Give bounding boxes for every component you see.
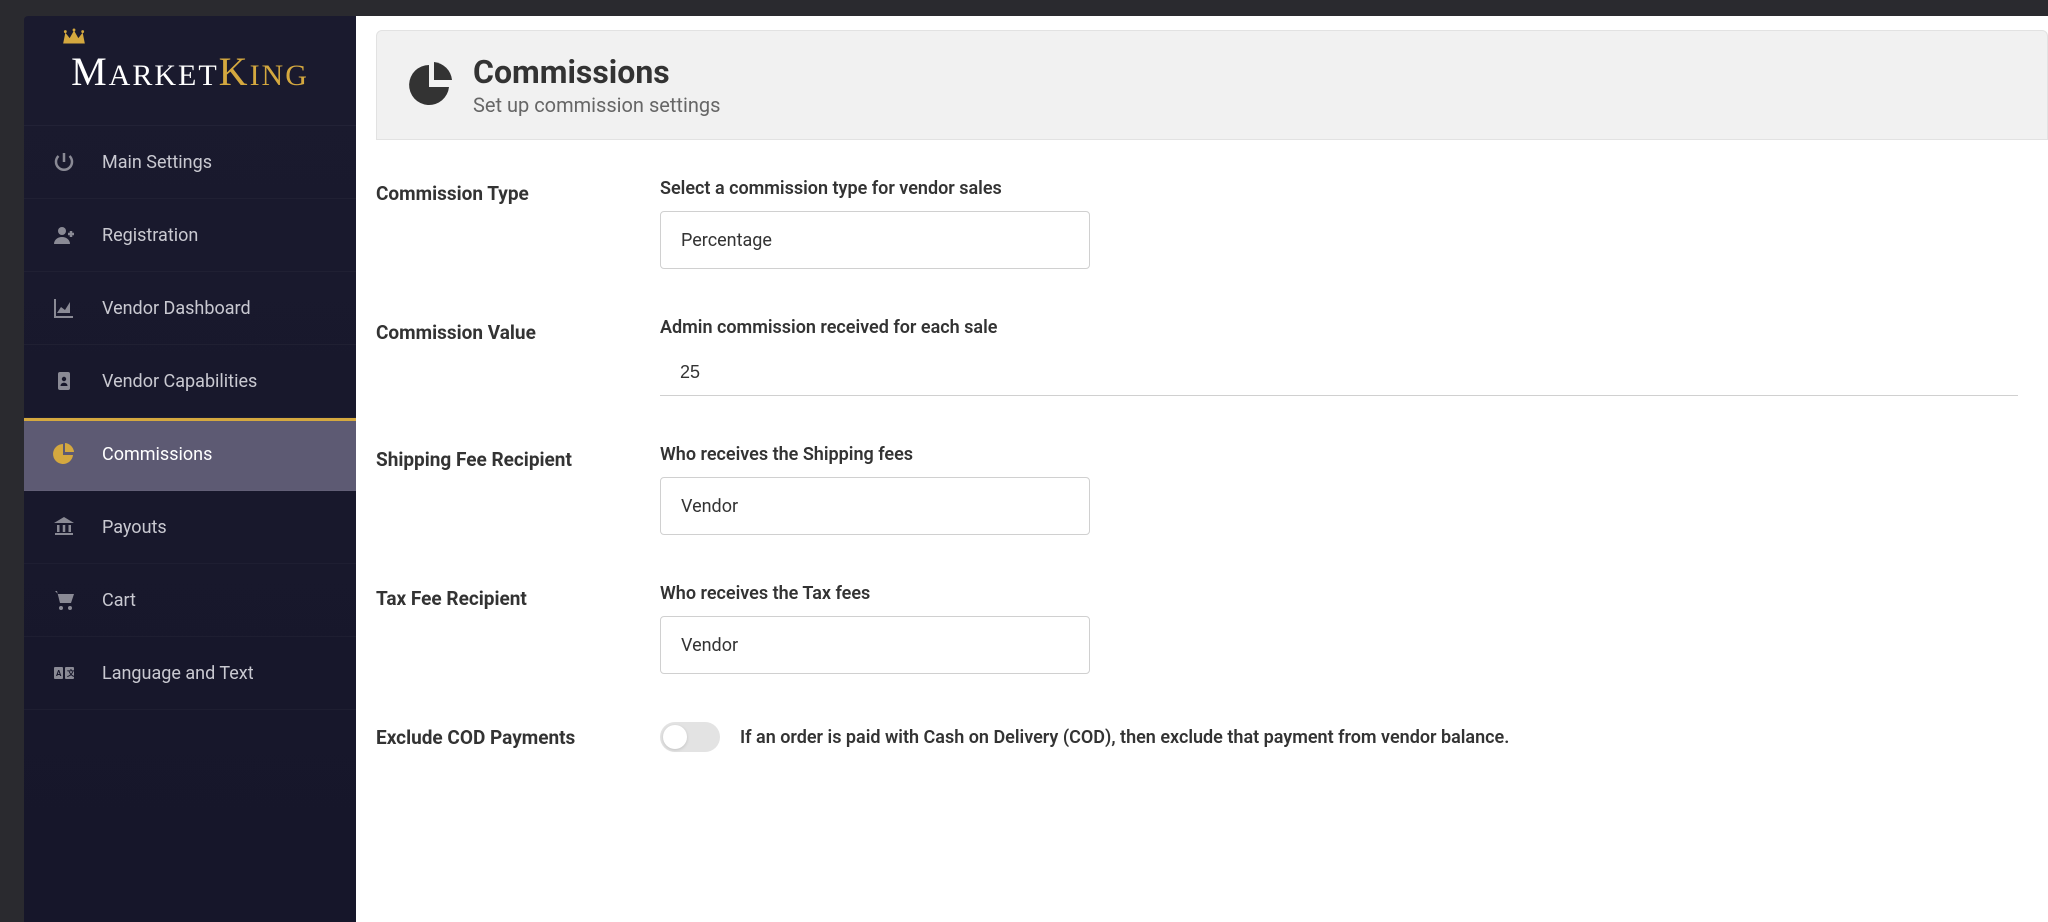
toggle-exclude-cod[interactable] [660,722,720,752]
label-commission-type: Commission Type [376,178,660,205]
label-exclude-cod: Exclude COD Payments [376,722,660,749]
label-tax-fee: Tax Fee Recipient [376,583,660,610]
pie-chart-icon [52,442,76,466]
help-commission-value: Admin commission received for each sale [660,317,2018,338]
row-commission-type: Commission Type Select a commission type… [376,178,2018,269]
sidebar-item-label: Language and Text [102,663,254,684]
sidebar-item-label: Main Settings [102,152,212,173]
chart-area-icon [52,296,76,320]
help-shipping-fee: Who receives the Shipping fees [660,444,2018,465]
desc-exclude-cod: If an order is paid with Cash on Deliver… [740,727,1509,748]
sidebar-item-label: Registration [102,225,198,246]
page-header: Commissions Set up commission settings [376,30,2048,140]
app-root: MARKETKING Main Settings Registration [0,0,2048,922]
label-shipping-fee: Shipping Fee Recipient [376,444,660,471]
toggle-knob [663,725,687,749]
pie-chart-icon [407,61,455,109]
sidebar-item-label: Payouts [102,517,167,538]
sidebar-item-commissions[interactable]: Commissions [24,418,356,491]
row-shipping-fee: Shipping Fee Recipient Who receives the … [376,444,2018,535]
sidebar-item-vendor-dashboard[interactable]: Vendor Dashboard [24,272,356,345]
brand-text: MARKETKING [71,48,309,95]
user-plus-icon [52,223,76,247]
label-commission-value: Commission Value [376,317,660,344]
select-tax-fee[interactable]: Vendor [660,616,1090,674]
help-commission-type: Select a commission type for vendor sale… [660,178,2018,199]
sidebar-item-payouts[interactable]: Payouts [24,491,356,564]
sidebar-item-registration[interactable]: Registration [24,199,356,272]
power-icon [52,150,76,174]
crown-icon [61,28,87,50]
logo-area: MARKETKING [24,16,356,126]
content: Commissions Set up commission settings C… [356,16,2048,922]
page-title: Commissions [473,53,720,91]
select-value: Vendor [681,496,738,517]
input-commission-value[interactable] [660,350,2018,396]
sidebar: MARKETKING Main Settings Registration [24,16,356,922]
language-icon: A文 [52,661,76,685]
sidebar-item-label: Vendor Dashboard [102,298,251,319]
select-value: Percentage [681,230,772,251]
sidebar-item-main-settings[interactable]: Main Settings [24,126,356,199]
page-subtitle: Set up commission settings [473,93,720,117]
id-badge-icon [52,369,76,393]
sidebar-item-label: Commissions [102,444,212,465]
row-exclude-cod: Exclude COD Payments If an order is paid… [376,722,2018,752]
svg-text:文: 文 [67,668,76,678]
sidebar-item-vendor-capabilities[interactable]: Vendor Capabilities [24,345,356,418]
sidebar-item-label: Cart [102,590,136,611]
cart-icon [52,588,76,612]
settings-form: Commission Type Select a commission type… [356,140,2048,922]
sidebar-item-cart[interactable]: Cart [24,564,356,637]
bank-icon [52,515,76,539]
select-commission-type[interactable]: Percentage [660,211,1090,269]
help-tax-fee: Who receives the Tax fees [660,583,2018,604]
row-commission-value: Commission Value Admin commission receiv… [376,317,2018,396]
sidebar-item-label: Vendor Capabilities [102,371,257,392]
sidebar-item-language[interactable]: A文 Language and Text [24,637,356,710]
select-shipping-fee[interactable]: Vendor [660,477,1090,535]
row-tax-fee: Tax Fee Recipient Who receives the Tax f… [376,583,2018,674]
sidebar-nav: Main Settings Registration Vendor Dashbo… [24,126,356,710]
page-header-text: Commissions Set up commission settings [473,53,720,117]
select-value: Vendor [681,635,738,656]
brand-logo: MARKETKING [71,48,309,95]
svg-text:A: A [56,669,62,678]
